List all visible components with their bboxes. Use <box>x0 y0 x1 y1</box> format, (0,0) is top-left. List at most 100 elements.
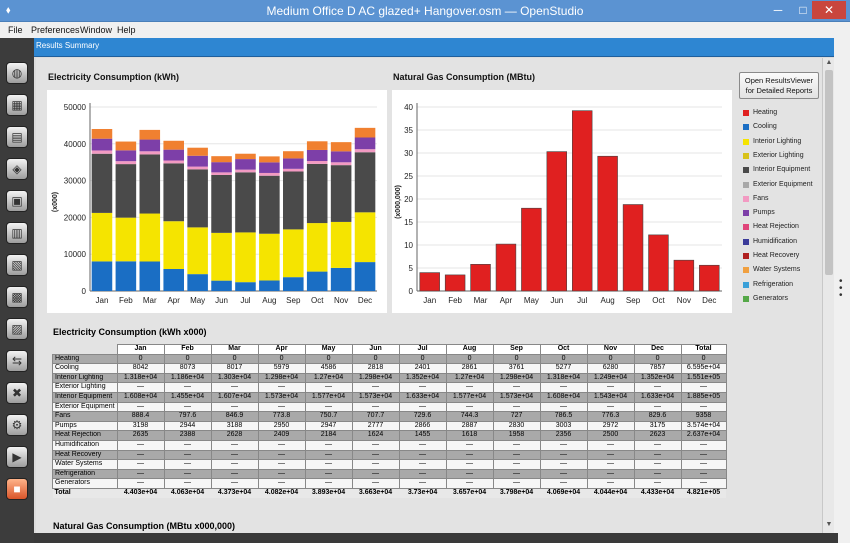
loads-icon[interactable]: ◈ <box>6 158 28 180</box>
title-bar[interactable]: ⬧ Medium Office D AC glazed+ Hangover.os… <box>0 0 850 22</box>
total-cell: 4.082e+04 <box>258 488 306 498</box>
table-cell: — <box>257 478 306 489</box>
bar-cooling <box>306 271 328 291</box>
bar-fans <box>330 162 352 166</box>
hvac-systems-icon[interactable]: ▩ <box>6 286 28 308</box>
table-cell: 1.607e+04 <box>210 391 259 403</box>
y-axis-label: (x000) <box>52 192 59 212</box>
electricity-table-title: Electricity Consumption (kWh x000) <box>53 327 207 337</box>
table-cell: — <box>304 459 353 470</box>
table-header-row: Jan Feb Mar Apr May Jun Jul Aug Sep Oct Nov Dec Tota… <box>53 344 727 355</box>
table-cell: 729.6 <box>398 411 447 422</box>
table-cell: — <box>210 449 259 461</box>
table-cell: 776.3 <box>586 411 635 422</box>
row-label: Total <box>52 488 118 498</box>
bar-heating <box>699 264 720 292</box>
bar-cooling <box>211 280 232 291</box>
table-row: Generators — — — — — — — — — — — — — <box>52 478 727 489</box>
x-tick-label: May <box>524 296 539 305</box>
table-row: Exterior Equipment — — — — — — — — — — — — — <box>52 401 727 413</box>
legend-label: Exterior Lighting <box>753 151 804 159</box>
y-tick-label: 0 <box>409 287 414 296</box>
table-cell: — <box>492 478 541 489</box>
table-cell: 1455 <box>398 430 447 441</box>
x-tick-label: Feb <box>119 296 133 305</box>
legend-swatch <box>743 152 749 159</box>
table-cell: 0 <box>398 353 447 365</box>
table-cell: — <box>633 478 682 489</box>
table-cell: 797.6 <box>163 411 212 422</box>
bar-interior-lighting <box>115 217 137 262</box>
table-cell: — <box>116 439 165 451</box>
table-cell: — <box>257 401 306 413</box>
splitter-grip[interactable]: • • • <box>839 277 843 301</box>
bar-interior-equipment <box>354 152 376 213</box>
scripts-icon[interactable]: ⚙ <box>6 414 28 436</box>
table-cell: 2.637e+04 <box>680 430 727 441</box>
tab-results-summary[interactable]: Results Summary <box>36 41 99 50</box>
table-cell: — <box>351 401 400 413</box>
menu-help[interactable]: Help <box>117 25 136 35</box>
thermal-zones-icon[interactable]: ▧ <box>6 254 28 276</box>
table-cell: 0 <box>304 353 353 365</box>
table-row: Water Systems — — — — — — — — — — — — — <box>52 459 727 470</box>
site-icon[interactable]: ◍ <box>6 62 28 84</box>
bar-fans <box>163 160 184 164</box>
facility-icon[interactable]: ▥ <box>6 222 28 244</box>
bar-pumps <box>211 162 232 173</box>
table-cell: — <box>304 468 353 480</box>
table-cell: — <box>445 478 494 489</box>
legend-swatch <box>743 195 749 202</box>
table-cell: — <box>210 401 259 413</box>
bar-interior-equipment <box>235 172 256 233</box>
results-icon[interactable]: ■ <box>6 478 28 500</box>
table-cell: — <box>351 449 400 461</box>
scrollbar-thumb[interactable] <box>825 70 833 275</box>
legend-swatch <box>743 295 749 302</box>
table-cell: — <box>445 468 494 480</box>
y-tick-label: 25 <box>404 172 413 181</box>
table-cell: 2830 <box>492 420 541 432</box>
constructions-icon[interactable]: ▤ <box>6 126 28 148</box>
close-button[interactable]: ✕ <box>812 1 846 19</box>
table-cell: 2623 <box>633 430 682 441</box>
table-cell: 2184 <box>304 430 353 441</box>
table-cell: — <box>257 439 306 451</box>
x-tick-label: Apr <box>500 296 513 305</box>
menu-preferences[interactable]: Preferences <box>31 25 80 35</box>
run-icon[interactable]: ▶ <box>6 446 28 468</box>
bar-fans <box>187 166 208 170</box>
table-cell: 1.633e+04 <box>633 391 682 403</box>
table-cell: 707.7 <box>351 411 400 422</box>
table-cell: 8042 <box>116 363 165 374</box>
bar-cooling <box>354 262 376 291</box>
simulation-settings-icon[interactable]: ✖ <box>6 382 28 404</box>
table-cell: 1618 <box>445 430 494 441</box>
vertical-scrollbar[interactable]: ▲ ▼ <box>822 58 834 533</box>
table-cell: 5277 <box>539 363 588 374</box>
space-types-icon[interactable]: ▣ <box>6 190 28 212</box>
table-cell: — <box>257 382 306 393</box>
table-cell: — <box>539 459 588 470</box>
table-cell: — <box>586 478 635 489</box>
y-tick-label: 30000 <box>64 177 87 186</box>
menu-file[interactable]: File <box>8 25 23 35</box>
x-tick-label: Jan <box>96 296 109 305</box>
schedules-icon[interactable]: ▦ <box>6 94 28 116</box>
table-cell: 1.455e+04 <box>163 391 212 403</box>
building-summary-icon[interactable]: ▨ <box>6 318 28 340</box>
table-cell: 773.8 <box>257 411 306 422</box>
bar-interior-equipment <box>115 164 137 218</box>
table-cell: — <box>257 449 306 461</box>
open-results-viewer-button[interactable]: Open ResultsViewer for Detailed Reports <box>739 72 819 99</box>
table-cell: 6280 <box>586 363 635 374</box>
measures-icon[interactable]: ⇆ <box>6 350 28 372</box>
menu-window[interactable]: Window <box>80 25 112 35</box>
table-cell: — <box>539 468 588 480</box>
table-cell: 8017 <box>210 363 259 374</box>
minimize-button[interactable]: ─ <box>765 1 791 19</box>
bar-interior-equipment <box>187 169 208 228</box>
bar-fans <box>115 161 137 165</box>
table-cell: — <box>633 459 682 470</box>
table-cell: — <box>492 468 541 480</box>
